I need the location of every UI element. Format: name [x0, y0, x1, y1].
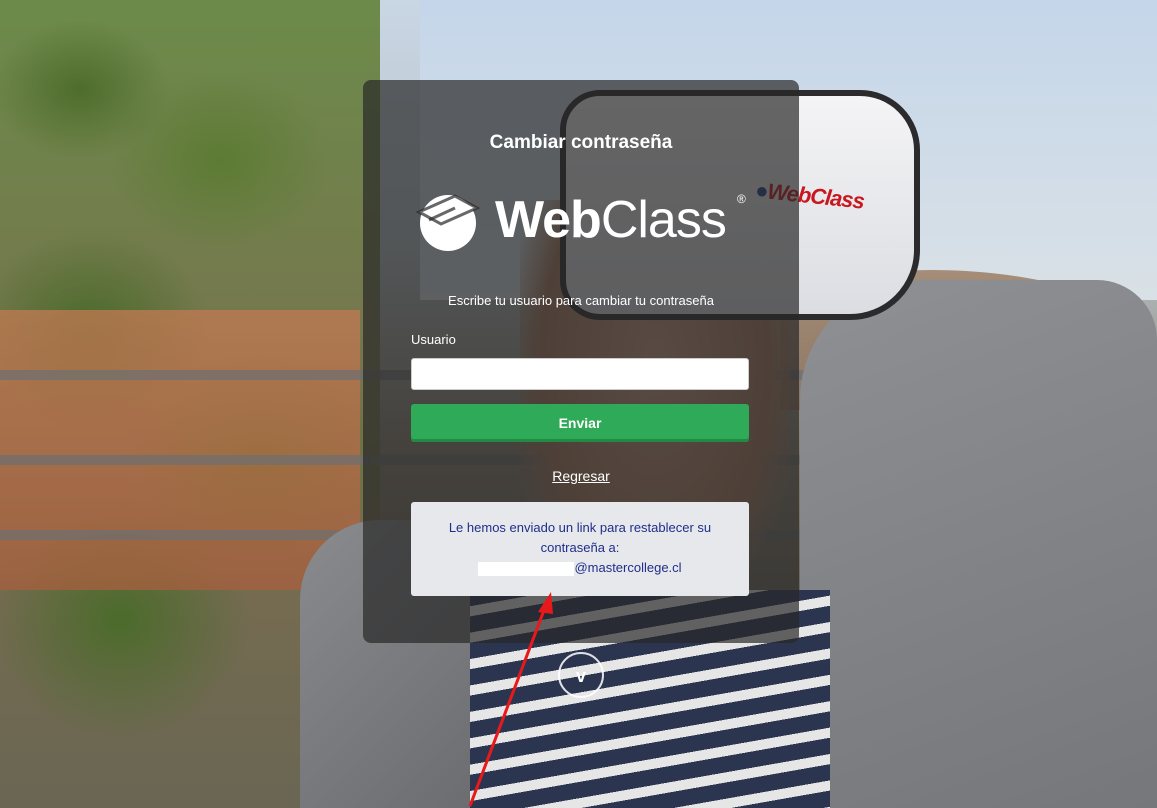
- instruction-text: Escribe tu usuario para cambiar tu contr…: [448, 293, 714, 308]
- submit-button[interactable]: Enviar: [411, 404, 749, 442]
- logo-wordmark: WebClass: [495, 191, 727, 249]
- change-password-panel: Cambiar contraseña WebClass ® Escribe tu…: [363, 80, 799, 643]
- panel-title: Cambiar contraseña: [489, 132, 673, 153]
- username-label: Usuario: [411, 332, 456, 347]
- scroll-down-button[interactable]: v: [558, 652, 604, 698]
- background-building: [0, 310, 360, 590]
- notice-text: Le hemos enviado un link para restablece…: [448, 520, 712, 555]
- webclass-logo: WebClass ®: [415, 188, 755, 252]
- confirmation-notice: Le hemos enviado un link para restablece…: [411, 502, 749, 596]
- back-link[interactable]: Regresar: [363, 468, 799, 484]
- background-person-sweater: [800, 280, 1157, 808]
- notice-email-domain: @mastercollege.cl: [574, 560, 682, 575]
- username-input[interactable]: [411, 358, 749, 390]
- redacted-email-user: [478, 561, 575, 576]
- graduation-cap-icon: [415, 194, 481, 251]
- notice-email: @mastercollege.cl: [425, 558, 735, 578]
- registered-mark: ®: [737, 192, 746, 206]
